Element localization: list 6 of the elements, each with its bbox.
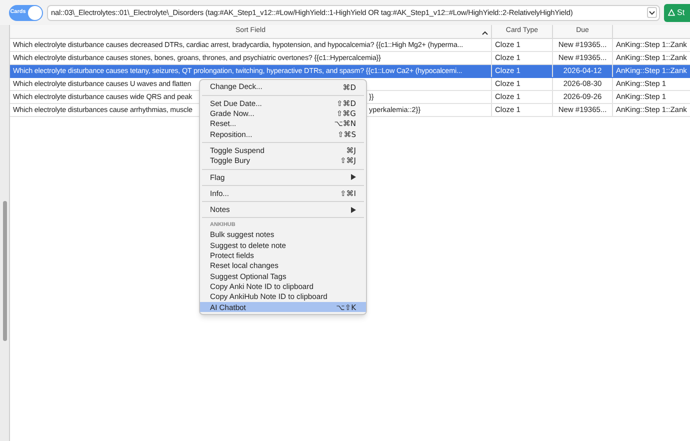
submenu-arrow-icon bbox=[351, 206, 356, 213]
sort-ascending-icon[interactable] bbox=[482, 31, 488, 35]
dropdown-icon[interactable] bbox=[647, 7, 657, 18]
warning-icon bbox=[668, 9, 675, 16]
submenu-arrow-icon bbox=[351, 174, 356, 180]
scrollbar-thumb[interactable] bbox=[2, 201, 6, 341]
